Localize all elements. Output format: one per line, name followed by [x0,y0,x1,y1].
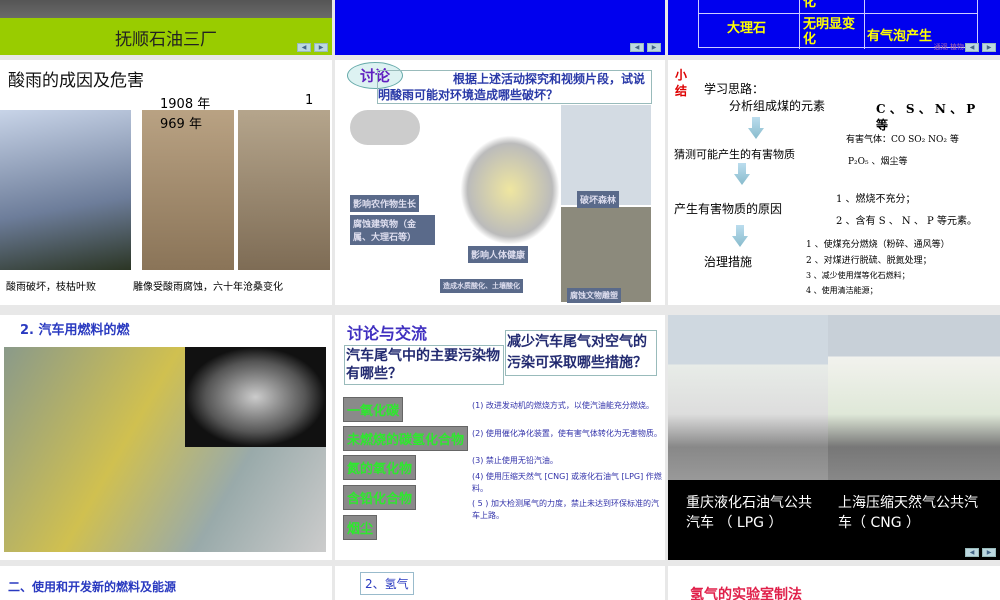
label: 破坏森林 [577,191,620,208]
slide-thumbnail-1[interactable]: 抚顺石油三厂 ◀ ▶ [0,0,332,55]
next-icon[interactable]: ▶ [982,548,996,557]
pollutant: 烟尘 [343,515,378,540]
step: 分析组成煤的元素 [729,99,826,113]
caption: 酸雨破坏，枝枯叶败 [6,282,96,293]
label: 影响人体健康 [468,246,529,263]
measure: 1 、使煤充分燃烧（粉碎、通风等） [806,240,950,250]
step: 治理措施 [704,255,753,269]
tree-illustration [561,105,651,205]
down-arrow-icon [734,163,750,185]
step: 产生有害物质的原因 [674,202,783,216]
summary-corner: 小结 [675,68,688,98]
measure: (4) 使用压缩天然气 [CNG] 或液化石油气 [LPG] 作燃料。 [472,472,662,493]
slide-thumbnail-9[interactable]: 重庆液化石油气公共汽车 （ LPG ） 上海压缩天然气公共汽车（ CNG ） ◀… [668,315,1000,560]
slide-title: 2. 汽车用燃料的燃 [20,323,130,338]
measure: (1) 改进发动机的燃烧方式，以使汽油能充分燃烧。 [472,401,654,410]
harmful-item: 有害气体：CO SO₂ NO₂ 等 [846,135,959,145]
prev-icon[interactable]: ◀ [965,548,979,557]
step: 猜测可能产生的有害物质 [674,148,795,161]
elements: C 、 S 、 N 、 P 等 [876,102,976,132]
label: 影响农作物生长 [350,195,420,212]
measure: 4 、使用清洁能源； [806,286,878,295]
slide-thumbnail-11[interactable]: 2、氢气 [335,566,665,600]
caption: 重庆液化石油气公共汽车 （ LPG ） [686,495,812,531]
slide-thumbnail-3[interactable]: 化 大理石 无明显变化 有气泡产生 通观 植物 ◀ ▶ [668,0,1000,55]
cng-bus-photo [828,315,1000,480]
year-label: 1 [305,93,314,108]
footer-text: 通观 植物 [933,43,964,51]
slide-title: 二、使用和开发新的燃料及能源 [8,580,177,594]
cause: 1 、燃烧不充分； [836,194,916,205]
measure: ( 5 ) 加大检测尾气的力度，禁止未达到环保标准的汽车上路。 [472,499,659,520]
year-label: 969 年 [160,117,202,132]
pollutant: 氮的氧化物 [343,455,417,480]
harmful-item: P₂O₅ 、烟尘等 [848,157,908,167]
prev-icon[interactable]: ◀ [630,43,644,52]
measure: 3 、减少使用煤等化石燃料； [806,271,910,280]
statue-photo-1969 [238,110,330,270]
slide-nav[interactable]: ◀ ▶ [965,43,996,52]
next-icon[interactable]: ▶ [647,43,661,52]
factory-illustration [460,135,560,245]
measure: 2 、对煤进行脱硫、脱氮处理； [806,256,932,266]
question-text: 根据上述活动探究和视频片段，试说明酸雨可能对环境造成哪些破坏？ [377,70,652,104]
down-arrow-icon [732,225,748,247]
measure: (3) 禁止使用无铅汽油。 [472,456,558,465]
prev-icon[interactable]: ◀ [965,43,979,52]
caption: 上海压缩天然气公共汽车（ CNG ） [838,495,978,531]
label: 造成水质酸化、土壤酸化 [440,279,523,293]
lpg-bus-photo [668,315,828,480]
question: 汽车尾气中的主要污染物有哪些？ [344,345,504,385]
label: 腐蚀文物雕塑 [567,288,621,303]
next-icon[interactable]: ▶ [314,43,328,52]
pollutant: 一氧化碳 [343,397,404,422]
prev-icon[interactable]: ◀ [297,43,311,52]
slide-title: 酸雨的成因及危害 [8,71,144,91]
table-cell: 化 [803,0,817,10]
year-label: 1908 年 [160,97,211,112]
measure: (2) 使用催化净化装置，使有害气体转化为无害物质。 [472,429,662,438]
table-cell: 无明显变化 [803,17,856,47]
cloud-illustration [350,110,420,145]
table-cell: 大理石 [727,21,767,36]
question: 减少汽车尾气对空气的污染可采取哪些措施？ [505,330,657,376]
slide-title: 2、氢气 [360,572,414,595]
exhaust-photo [185,347,326,447]
caption: 雕像受酸雨腐蚀，六十年沧桑变化 [133,282,283,293]
slide-title: 抚顺石油三厂 [115,30,217,50]
slide-thumbnail-12[interactable]: 氢气的实验室制法 [668,566,1000,600]
slide-thumbnail-5[interactable]: 讨论 根据上述活动探究和视频片段，试说明酸雨可能对环境造成哪些破坏？ 影响农作物… [335,60,665,305]
slide-nav[interactable]: ◀ ▶ [965,548,996,557]
down-arrow-icon [748,117,764,139]
slide-thumbnail-8[interactable]: 讨论与交流 汽车尾气中的主要污染物有哪些？ 减少汽车尾气对空气的污染可采取哪些措… [335,315,665,560]
slide-thumbnail-4[interactable]: 酸雨的成因及危害 1908 年 1 969 年 酸雨破坏，枝枯叶败 雕像受酸雨腐… [0,60,332,305]
cause: 2 、含有 S 、 N 、 P 等元素。 [836,216,977,227]
forest-photo [0,110,131,270]
statue-photo-1908 [142,110,234,270]
table-cell: 有气泡产生 [867,29,933,44]
slide-thumbnail-7[interactable]: 2. 汽车用燃料的燃 [0,315,332,560]
heading: 讨论与交流 [347,324,428,343]
pollutant: 未燃烧的碳氢化合物 [343,426,469,451]
slide-thumbnail-10[interactable]: 二、使用和开发新的燃料及能源 [0,566,332,600]
pollutant: 含铅化合物 [343,485,417,510]
slide-thumbnail-2[interactable]: ◀ ▶ [335,0,665,55]
slide-thumbnail-6[interactable]: 小结 学习思路： 分析组成煤的元素 C 、 S 、 N 、 P 等 猜测可能产生… [668,60,1000,305]
slide-title: 氢气的实验室制法 [690,587,802,600]
next-icon[interactable]: ▶ [982,43,996,52]
heading: 学习思路： [704,82,765,96]
slide-nav[interactable]: ◀ ▶ [297,43,328,52]
slide-nav[interactable]: ◀ ▶ [630,43,661,52]
label: 腐蚀建筑物（金属、大理石等） [350,215,435,245]
result-table: 化 大理石 无明显变化 有气泡产生 [698,0,978,49]
